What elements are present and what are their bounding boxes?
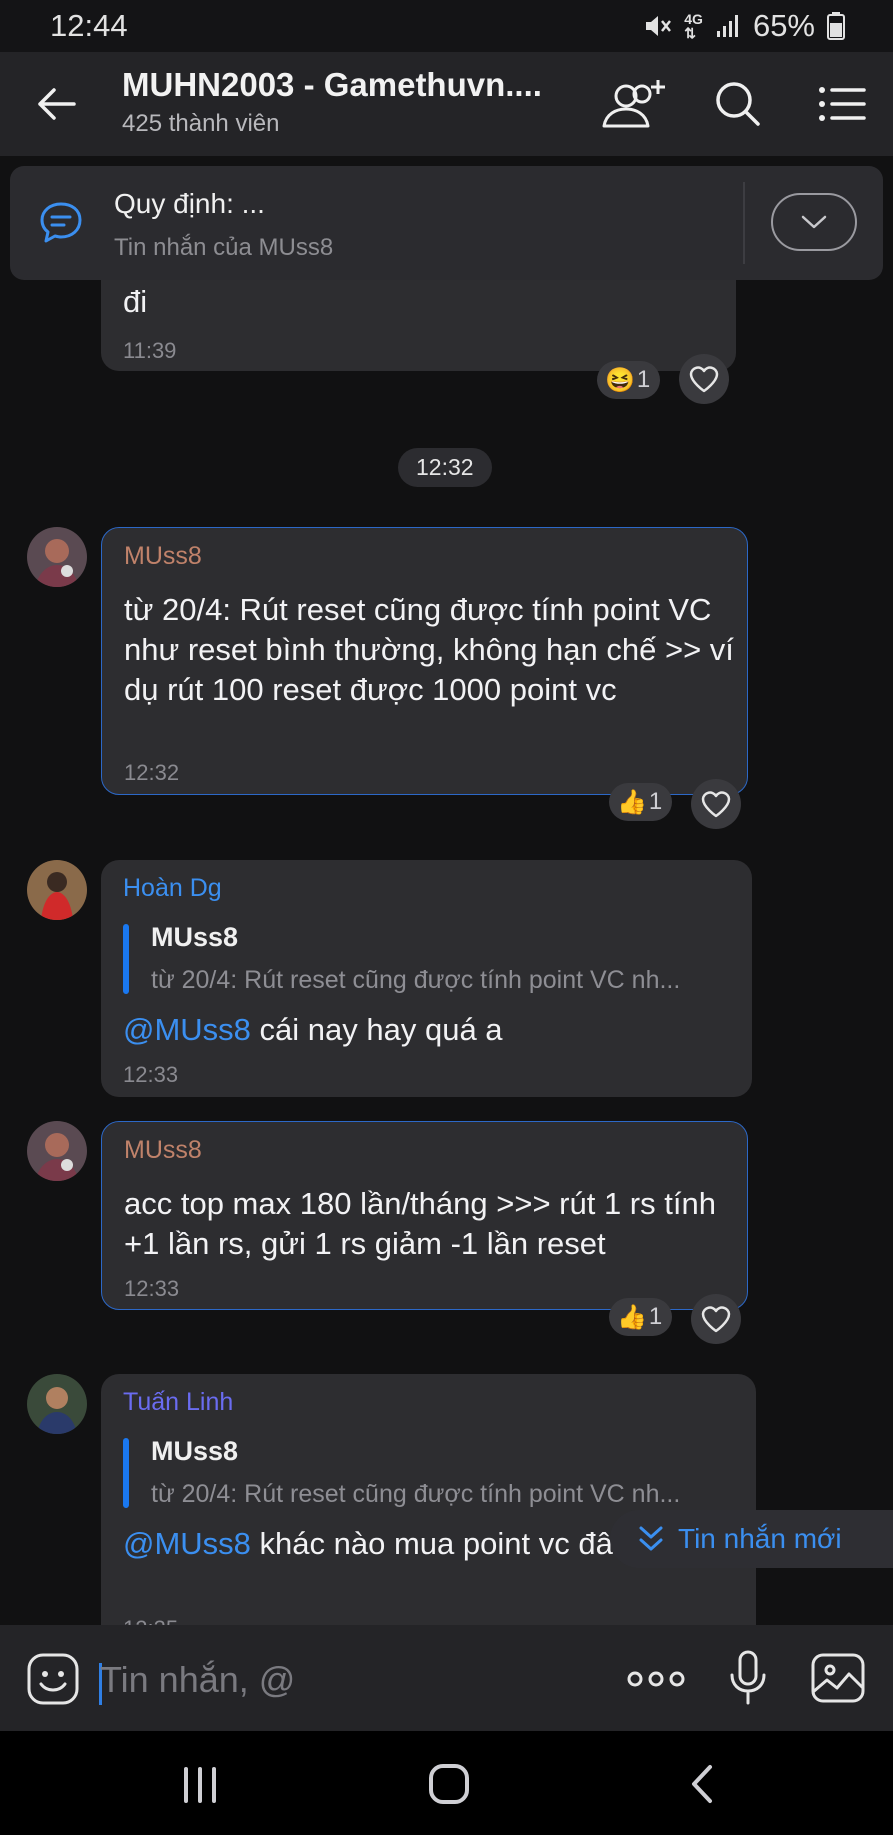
quoted-sender[interactable]: MUss8	[151, 1436, 238, 1467]
new-messages-button[interactable]: Tin nhắn mới	[610, 1510, 893, 1568]
mention-link[interactable]: @MUss8	[123, 1012, 251, 1047]
message-input[interactable]: Tin nhắn, @	[100, 1659, 295, 1701]
sticker-button[interactable]	[26, 1652, 80, 1706]
battery-icon	[827, 12, 845, 40]
reaction-badge[interactable]: 😆 1	[597, 361, 661, 399]
more-options-button[interactable]	[626, 1667, 686, 1691]
double-chevron-down-icon	[639, 1526, 663, 1551]
signal-icon	[715, 13, 741, 39]
chat-header: MUHN2003 - Gamethuvn.... 425 thành viên	[0, 52, 893, 156]
recent-apps-icon	[184, 1767, 216, 1803]
search-button[interactable]	[708, 74, 770, 134]
microphone-icon	[730, 1650, 766, 1705]
divider	[743, 182, 745, 264]
message-time: 12:33	[124, 1276, 180, 1301]
expand-pinned-button[interactable]	[771, 193, 857, 251]
heart-icon	[701, 1306, 731, 1333]
avatar[interactable]	[27, 1121, 87, 1181]
avatar[interactable]	[27, 860, 87, 920]
message-time: 12:35	[123, 1616, 178, 1625]
react-heart-button[interactable]	[691, 1294, 741, 1344]
message-text: đi	[123, 284, 148, 319]
message-bubble[interactable]: Hoàn Dg MUss8 từ 20/4: Rút reset cũng đư…	[101, 860, 752, 1097]
reaction-count: 1	[648, 1303, 663, 1330]
avatar[interactable]	[27, 1374, 87, 1434]
more-dots-icon	[627, 1671, 685, 1687]
sender-name[interactable]: Tuấn Linh	[123, 1388, 233, 1417]
network-4g-icon: 4G ⇅	[684, 11, 703, 41]
reaction-count: 1	[648, 788, 663, 815]
back-button[interactable]	[34, 82, 90, 126]
reaction-badge[interactable]: 👍 1	[609, 1298, 673, 1336]
member-count: 425 thành viên	[122, 110, 280, 137]
quoted-text[interactable]: từ 20/4: Rút reset cũng được tính point …	[151, 966, 680, 995]
home-button[interactable]	[428, 1763, 470, 1805]
chat-bubble-icon	[38, 200, 84, 246]
message-text: @MUss8 cái nay hay quá a	[123, 1012, 503, 1047]
message-text: acc top max 180 lần/tháng >>> rút 1 rs t…	[124, 1186, 716, 1261]
voice-record-button[interactable]	[728, 1649, 768, 1707]
heart-icon	[689, 366, 719, 393]
status-time: 12:44	[50, 8, 128, 43]
home-icon	[429, 1764, 469, 1804]
mute-icon	[642, 11, 672, 41]
add-user-icon	[602, 80, 665, 128]
reaction-count: 1	[636, 366, 651, 393]
message-bubble[interactable]: MUss8 từ 20/4: Rút reset cũng được tính …	[101, 527, 748, 795]
search-icon	[716, 82, 760, 126]
pinned-message-banner[interactable]: Quy định: ... Tin nhắn của MUss8	[10, 166, 883, 280]
date-separator: 12:32	[398, 448, 492, 487]
quote-bar	[123, 1438, 129, 1508]
quote-bar	[123, 924, 129, 994]
battery-percent: 65%	[752, 8, 815, 43]
status-bar: 12:44 4G ⇅ 65%	[0, 0, 893, 52]
message-time: 12:33	[123, 1062, 179, 1087]
sender-name[interactable]: Hoàn Dg	[123, 874, 222, 903]
react-heart-button[interactable]	[679, 354, 729, 404]
nav-back-icon	[692, 1765, 712, 1803]
thumbs-up-icon: 👍	[617, 788, 647, 816]
recent-apps-button[interactable]	[180, 1767, 220, 1803]
message-time: 12:32	[124, 760, 180, 785]
thumbs-up-icon: 👍	[617, 1303, 647, 1331]
reaction-badge[interactable]: 👍 1	[609, 783, 673, 821]
sender-name[interactable]: MUss8	[124, 1136, 202, 1165]
group-title[interactable]: MUHN2003 - Gamethuvn....	[122, 66, 542, 104]
message-bubble[interactable]: Tuấn Linh MUss8 từ 20/4: Rút reset cũng …	[101, 1374, 756, 1625]
laughing-emoji-icon: 😆	[605, 366, 635, 394]
pinned-title: Quy định: ...	[114, 188, 265, 219]
sender-name[interactable]: MUss8	[124, 542, 202, 571]
new-messages-label: Tin nhắn mới	[678, 1523, 842, 1554]
heart-icon	[701, 791, 731, 818]
arrow-left-icon	[38, 88, 76, 120]
chevron-down-icon	[801, 215, 827, 229]
status-icons: 4G ⇅ 65%	[642, 8, 845, 44]
message-clip: Tuấn Linh MUss8 từ 20/4: Rút reset cũng …	[101, 1374, 756, 1625]
message-text: từ 20/4: Rút reset cũng được tính point …	[124, 592, 734, 707]
list-menu-icon	[819, 87, 866, 121]
image-icon	[811, 1653, 865, 1703]
message-time: 11:39	[123, 338, 177, 363]
pinned-subtitle: Tin nhắn của MUss8	[114, 234, 334, 261]
quoted-text[interactable]: từ 20/4: Rút reset cũng được tính point …	[151, 1480, 680, 1509]
system-nav-bar	[0, 1731, 893, 1835]
mention-link[interactable]: @MUss8	[123, 1526, 251, 1561]
menu-button[interactable]	[812, 74, 874, 134]
quoted-sender[interactable]: MUss8	[151, 922, 238, 953]
gallery-button[interactable]	[810, 1652, 866, 1704]
add-member-button[interactable]	[598, 74, 665, 134]
message-bubble[interactable]: MUss8 acc top max 180 lần/tháng >>> rút …	[101, 1121, 748, 1310]
back-nav-button[interactable]	[686, 1763, 716, 1805]
avatar[interactable]	[27, 527, 87, 587]
react-heart-button[interactable]	[691, 779, 741, 829]
emoji-sticker-icon	[27, 1653, 79, 1705]
